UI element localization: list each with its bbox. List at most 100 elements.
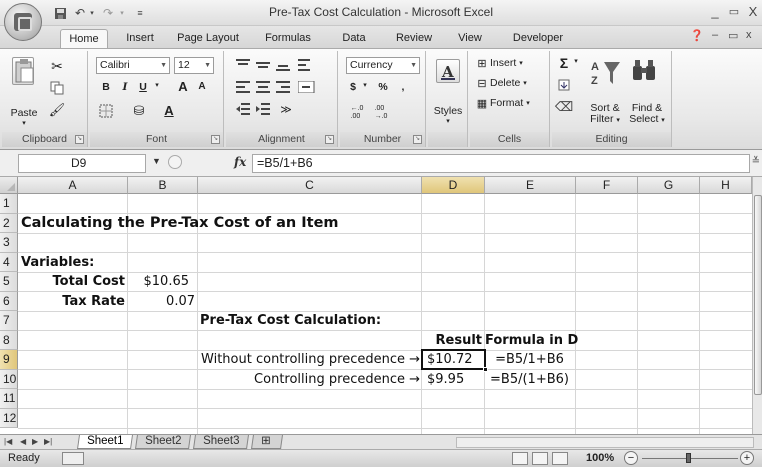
horizontal-scrollbar[interactable] <box>456 437 754 448</box>
cell-e10[interactable]: =B5/(1+B6) <box>485 370 574 389</box>
row-header-8[interactable]: 8 <box>0 330 18 350</box>
number-launcher-icon[interactable]: ↘ <box>413 135 422 144</box>
copy-icon[interactable] <box>48 79 66 97</box>
number-format-select[interactable]: Currency ▼ <box>346 57 420 74</box>
cell-a2[interactable]: Calculating the Pre-Tax Cost of an Item <box>21 214 339 233</box>
tab-data[interactable]: Data <box>332 29 376 48</box>
row-header-12[interactable]: 12 <box>0 408 18 428</box>
accounting-dropdown-icon[interactable]: ▾ <box>360 81 370 89</box>
row-header-10[interactable]: 10 <box>0 369 18 389</box>
cell-a6[interactable]: Tax Rate <box>18 292 125 311</box>
styles-dropdown-icon[interactable]: ▾ <box>428 117 468 125</box>
decrease-decimal-button[interactable]: .00 →.0 <box>370 105 392 121</box>
office-button[interactable] <box>4 3 42 41</box>
tab-developer[interactable]: Developer <box>502 29 574 48</box>
format-painter-icon[interactable]: 🖌 <box>48 101 66 119</box>
formula-input[interactable]: =B5/1+B6 <box>252 154 750 173</box>
normal-view-icon[interactable] <box>512 452 528 465</box>
clear-icon[interactable]: ⌫ <box>555 99 573 115</box>
font-color-icon[interactable]: A <box>160 103 178 118</box>
row-header-4[interactable]: 4 <box>0 252 18 272</box>
align-right-icon[interactable] <box>274 79 292 95</box>
styles-button[interactable]: Styles <box>428 105 468 117</box>
merge-center-icon[interactable] <box>296 79 318 95</box>
minimize-button[interactable]: _ <box>706 4 724 20</box>
binoculars-icon[interactable] <box>630 55 658 85</box>
page-break-view-icon[interactable] <box>552 452 568 465</box>
align-left-icon[interactable] <box>234 79 252 95</box>
cell-e8[interactable]: Formula in D <box>485 331 578 350</box>
autosum-icon[interactable]: Σ <box>556 55 572 71</box>
align-middle-icon[interactable] <box>254 57 272 73</box>
borders-icon[interactable] <box>98 103 114 119</box>
zoom-out-icon[interactable]: − <box>624 451 638 465</box>
vertical-scroll-thumb[interactable] <box>754 195 762 395</box>
sheet-tab-1[interactable]: Sheet1 <box>77 435 134 449</box>
font-launcher-icon[interactable]: ↘ <box>211 135 220 144</box>
restore-button[interactable]: ▭ <box>725 4 743 20</box>
next-sheet-icon[interactable]: ▶ <box>32 435 38 449</box>
percent-button[interactable]: % <box>376 81 390 93</box>
cell-c10[interactable]: Controlling precedence → <box>198 370 420 389</box>
insert-cells-button[interactable]: Insert ▾ <box>490 57 523 69</box>
insert-function-icon[interactable]: fx <box>234 155 246 169</box>
cell-e9[interactable]: =B5/1+B6 <box>485 350 574 369</box>
sheet-tab-3[interactable]: Sheet3 <box>193 435 250 449</box>
italic-button[interactable]: I <box>118 81 132 93</box>
increase-indent-icon[interactable] <box>254 101 272 117</box>
underline-dropdown-icon[interactable]: ▾ <box>152 81 162 89</box>
column-header-f[interactable]: F <box>576 177 638 194</box>
column-header-b[interactable]: B <box>128 177 198 194</box>
cell-a4[interactable]: Variables: <box>21 253 94 272</box>
increase-decimal-button[interactable]: ←.0.00 <box>346 105 368 121</box>
column-header-e[interactable]: E <box>485 177 576 194</box>
styles-icon[interactable]: A <box>436 59 460 83</box>
ribbon-restore-icon[interactable]: ▭ <box>728 29 738 42</box>
cell-b5[interactable]: $10.65 <box>128 272 190 291</box>
orientation-icon[interactable]: ≫ <box>274 101 298 117</box>
autosum-dropdown-icon[interactable]: ▾ <box>572 57 580 65</box>
fill-handle[interactable] <box>483 367 488 372</box>
cell-c9[interactable]: Without controlling precedence → <box>198 350 420 369</box>
shrink-font-button[interactable]: A <box>194 81 210 92</box>
row-header-7[interactable]: 7 <box>0 311 18 331</box>
chevron-down-icon[interactable]: ▼ <box>152 156 161 166</box>
wrap-text-icon[interactable] <box>296 57 314 73</box>
row-header-11[interactable]: 11 <box>0 389 18 409</box>
sort-filter-button[interactable]: Sort & Filter ▾ <box>586 103 624 126</box>
row-header-9[interactable]: 9 <box>0 350 18 370</box>
select-all-button[interactable] <box>0 177 18 194</box>
sheet-tab-2[interactable]: Sheet2 <box>135 435 192 449</box>
tab-view[interactable]: View <box>450 29 490 48</box>
tab-insert[interactable]: Insert <box>118 29 162 48</box>
font-name-select[interactable]: Calibri ▼ <box>96 57 170 74</box>
column-header-a[interactable]: A <box>18 177 128 194</box>
column-header-c[interactable]: C <box>198 177 422 194</box>
row-header-5[interactable]: 5 <box>0 272 18 292</box>
fill-color-icon[interactable]: ⛁ <box>130 103 148 119</box>
tab-review[interactable]: Review <box>386 29 442 48</box>
bold-button[interactable]: B <box>98 81 114 93</box>
tab-page-layout[interactable]: Page Layout <box>168 29 248 48</box>
align-top-icon[interactable] <box>234 57 252 73</box>
expand-formula-bar-icon[interactable]: ≚ <box>752 156 760 167</box>
tab-home[interactable]: Home <box>60 29 108 48</box>
zoom-in-icon[interactable]: + <box>740 451 754 465</box>
zoom-level[interactable]: 100% <box>586 452 614 464</box>
column-header-g[interactable]: G <box>638 177 700 194</box>
align-center-icon[interactable] <box>254 79 272 95</box>
font-size-select[interactable]: 12 ▼ <box>174 57 214 74</box>
underline-button[interactable]: U <box>136 81 150 93</box>
page-layout-view-icon[interactable] <box>532 452 548 465</box>
sort-filter-icon[interactable]: AZ <box>588 57 624 89</box>
fill-icon[interactable] <box>556 77 572 93</box>
vertical-scrollbar[interactable] <box>752 177 762 434</box>
alignment-launcher-icon[interactable]: ↘ <box>325 135 334 144</box>
row-header-6[interactable]: 6 <box>0 291 18 311</box>
row-header-1[interactable]: 1 <box>0 194 18 214</box>
accounting-format-button[interactable]: $ <box>346 81 360 93</box>
tab-formulas[interactable]: Formulas <box>256 29 320 48</box>
formula-bar-resize-icon[interactable] <box>168 155 182 169</box>
grow-font-button[interactable]: A <box>174 79 192 94</box>
name-box[interactable]: D9 <box>18 154 146 173</box>
